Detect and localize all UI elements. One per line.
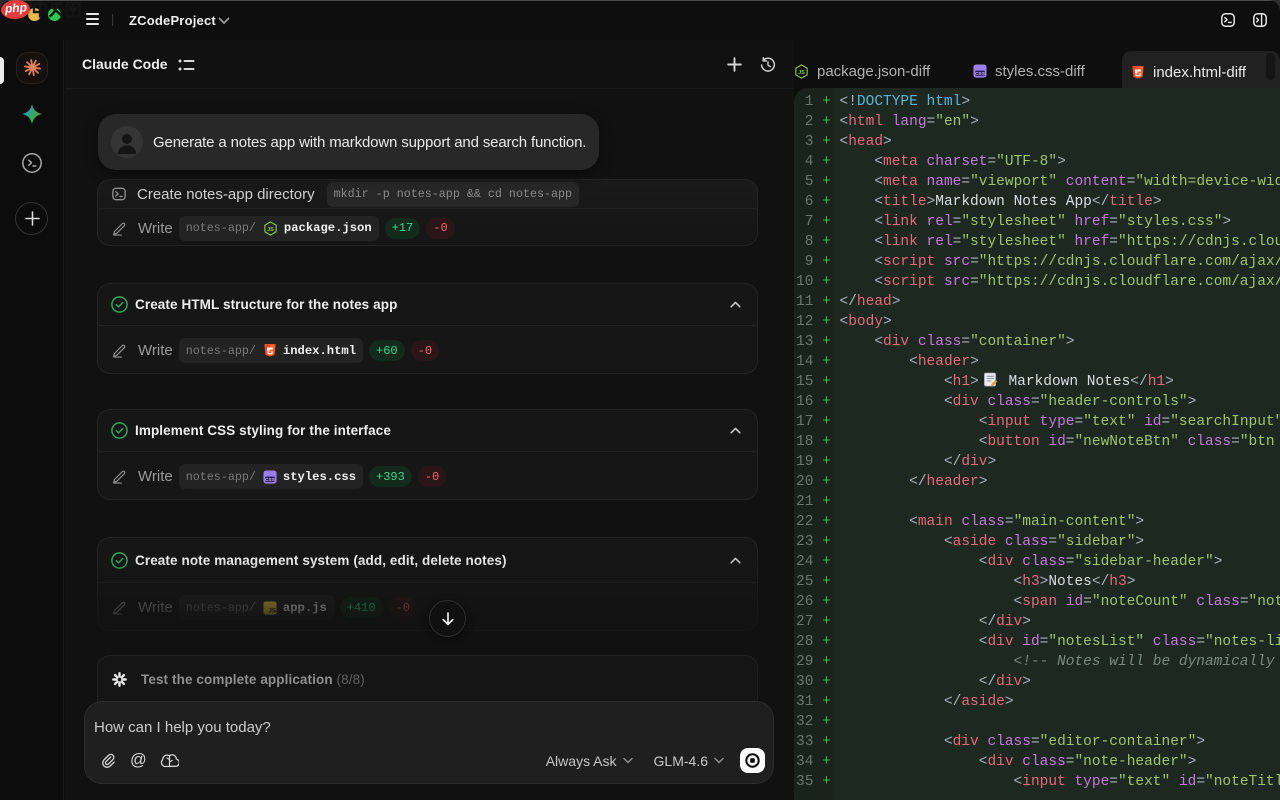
- svg-text:JS: JS: [798, 69, 805, 75]
- svg-text:CSS: CSS: [265, 476, 275, 482]
- svg-text:JS: JS: [267, 226, 274, 232]
- svg-text:CSS: CSS: [975, 71, 985, 77]
- svg-text:JS: JS: [268, 607, 275, 614]
